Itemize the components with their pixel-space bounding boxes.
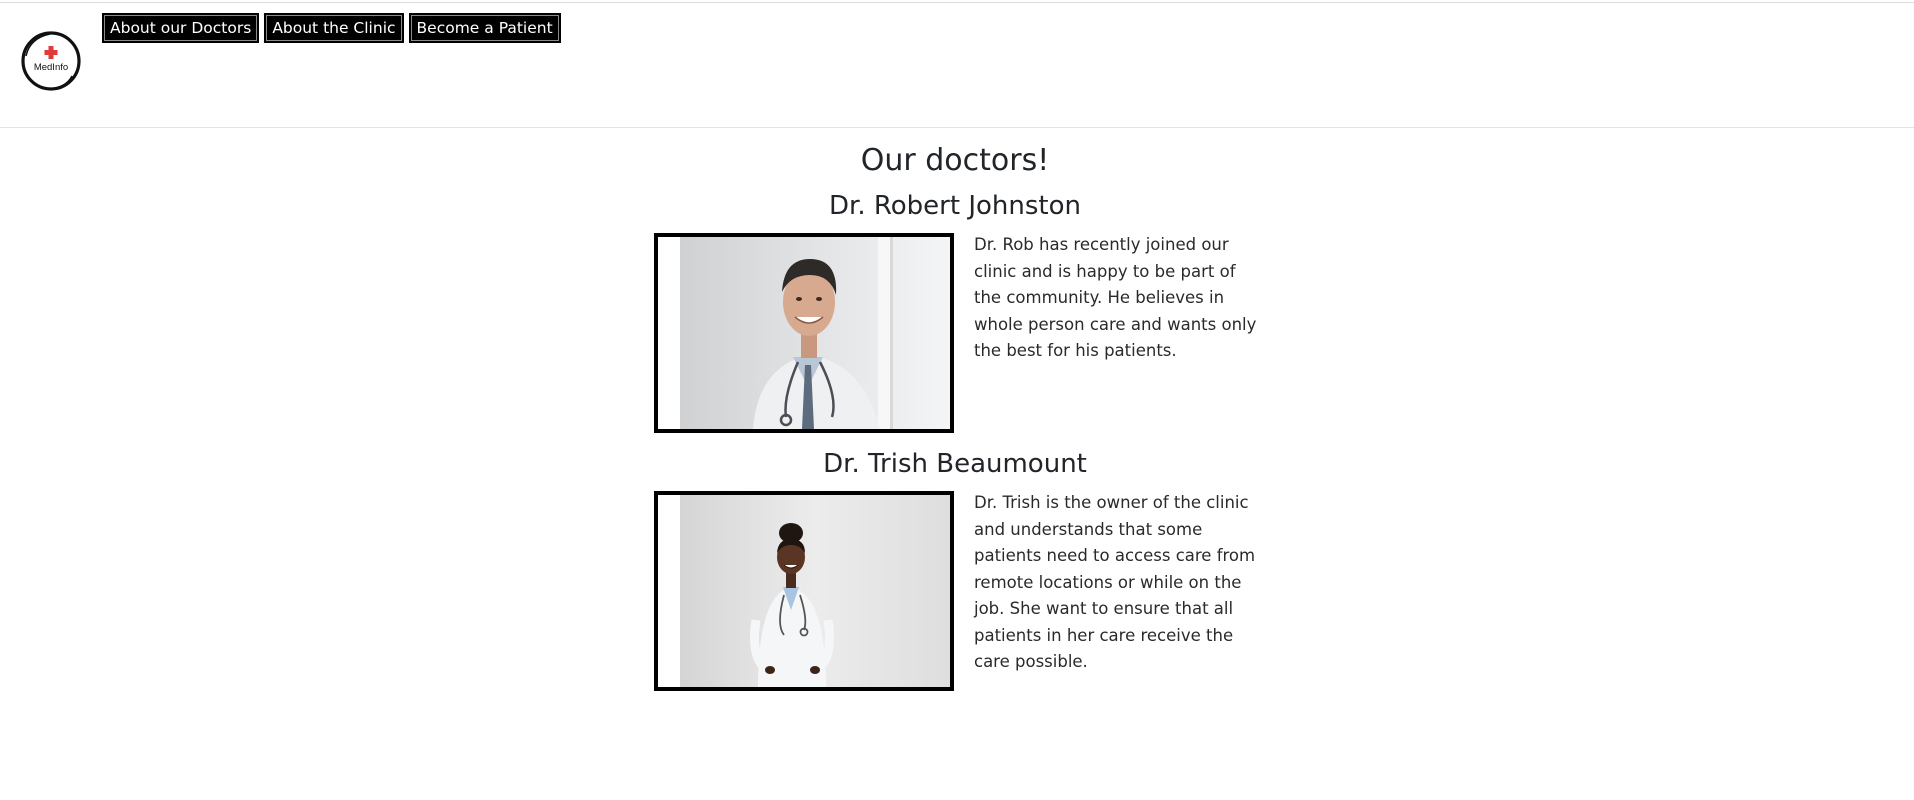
nav-about-clinic-button[interactable]: About the Clinic (264, 13, 404, 43)
red-cross-icon (44, 46, 58, 59)
site-header: MedInfo About our Doctors About the Clin… (0, 3, 1914, 128)
female-doctor-photo (658, 495, 950, 687)
medinfo-logo[interactable]: MedInfo (20, 30, 82, 92)
logo-text: MedInfo (34, 62, 68, 73)
logo-ring-icon: MedInfo (21, 31, 81, 91)
doctor-photo-trish (654, 491, 954, 691)
doctor-photo-robert (654, 233, 954, 433)
nav-become-patient-button[interactable]: Become a Patient (408, 13, 561, 43)
page-title: Our doctors! (860, 143, 1050, 178)
doctor-bio-trish: Dr. Trish is the owner of the clinic and… (974, 493, 1256, 671)
nav-about-doctors-button[interactable]: About our Doctors (102, 13, 260, 43)
male-doctor-photo (658, 237, 950, 429)
doctor-name-trish: Dr. Trish Beaumount (823, 449, 1087, 479)
doctor-name-robert: Dr. Robert Johnston (829, 191, 1081, 221)
doctor-bio-robert: Dr. Rob has recently joined our clinic a… (974, 235, 1257, 360)
main-nav: About our Doctors About the Clinic Becom… (102, 13, 561, 43)
